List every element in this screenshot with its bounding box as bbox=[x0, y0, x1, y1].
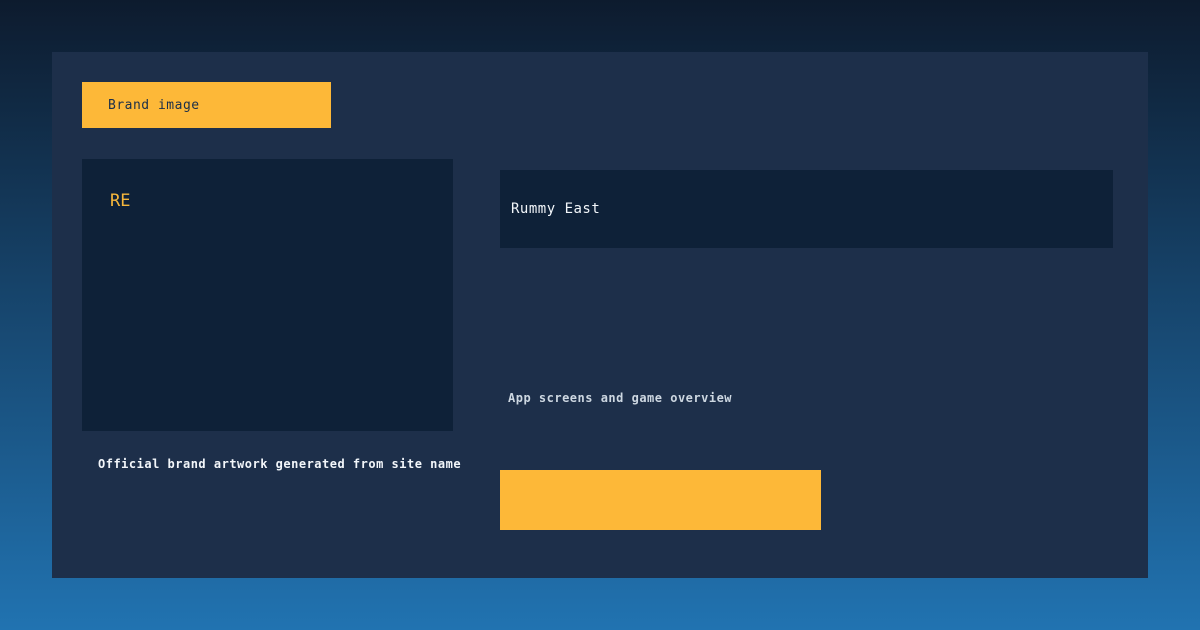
site-title: Rummy East bbox=[511, 201, 600, 217]
page-background: Brand image RE Official brand artwork ge… bbox=[0, 0, 1200, 630]
overview-subtitle: App screens and game overview bbox=[508, 391, 732, 405]
artwork-caption: Official brand artwork generated from si… bbox=[98, 457, 461, 471]
brand-image-badge: Brand image bbox=[82, 82, 331, 128]
cta-placeholder bbox=[500, 470, 821, 530]
brand-monogram: RE bbox=[110, 191, 130, 211]
brand-artwork-panel: RE bbox=[82, 159, 453, 431]
site-title-panel: Rummy East bbox=[500, 170, 1113, 248]
preview-card: Brand image RE Official brand artwork ge… bbox=[52, 52, 1148, 578]
brand-image-badge-label: Brand image bbox=[108, 98, 200, 113]
